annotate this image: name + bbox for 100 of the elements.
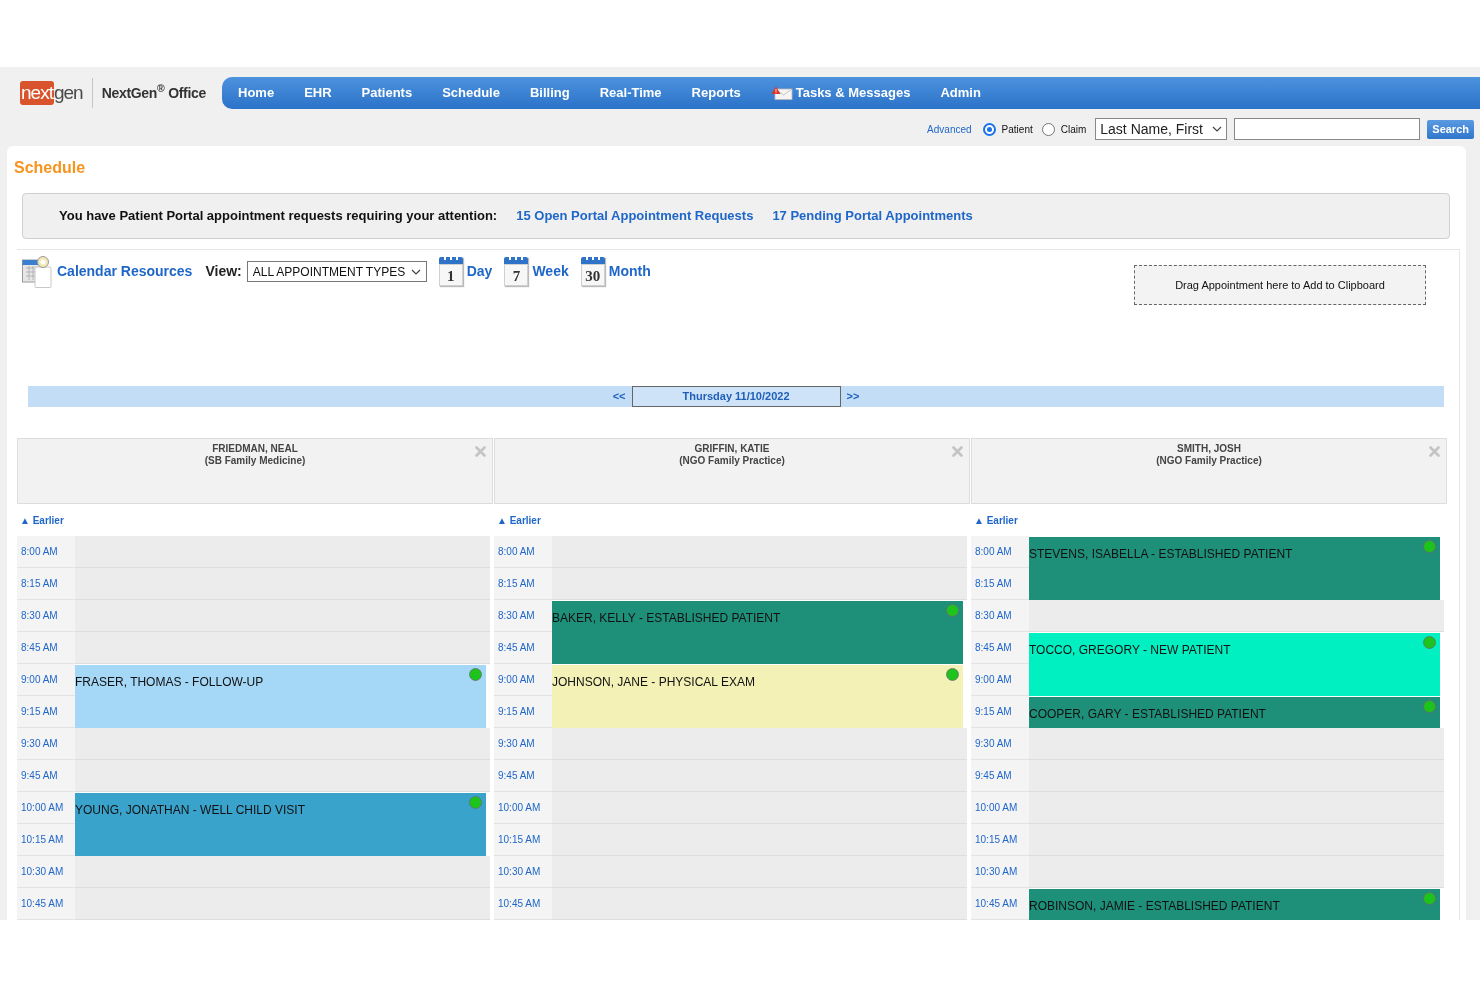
time-label[interactable]: 8:30 AM — [971, 600, 1029, 632]
time-label[interactable]: 8:45 AM — [17, 632, 75, 664]
nav-link[interactable]: Billing — [514, 83, 585, 103]
time-label[interactable]: 10:00 AM — [494, 792, 552, 824]
open-slot[interactable] — [75, 760, 490, 792]
appointment-block[interactable]: COOPER, GARY - ESTABLISHED PATIENT — [1029, 697, 1440, 728]
appointment-block[interactable]: STEVENS, ISABELLA - ESTABLISHED PATIENT — [1029, 537, 1440, 600]
open-slot[interactable] — [75, 728, 490, 760]
time-label[interactable]: 10:30 AM — [494, 856, 552, 888]
time-label[interactable]: 9:30 AM — [494, 728, 552, 760]
time-label[interactable]: 10:00 AM — [971, 792, 1029, 824]
open-slot[interactable] — [1029, 760, 1444, 792]
open-slot[interactable] — [75, 600, 490, 632]
next-day-link[interactable]: >> — [846, 388, 860, 405]
radio-label[interactable]: Patient — [1001, 121, 1033, 137]
time-label[interactable]: 8:30 AM — [494, 600, 552, 632]
nav-link[interactable]: EHR — [289, 83, 347, 103]
time-label[interactable]: 10:45 AM — [971, 888, 1029, 920]
nav-link[interactable]: Real-Time — [584, 83, 677, 103]
close-icon[interactable] — [952, 446, 963, 457]
time-label[interactable]: 9:00 AM — [17, 664, 75, 696]
appointment-block[interactable]: ROBINSON, JAMIE - ESTABLISHED PATIENT — [1029, 889, 1440, 920]
open-slot[interactable] — [75, 632, 490, 664]
time-label[interactable]: 8:15 AM — [971, 568, 1029, 600]
time-label[interactable]: 9:45 AM — [971, 760, 1029, 792]
search-button[interactable]: Search — [1427, 119, 1474, 139]
open-slot[interactable] — [552, 792, 967, 824]
time-label[interactable]: 10:15 AM — [494, 824, 552, 856]
appointment-block[interactable]: FRASER, THOMAS - FOLLOW-UP — [75, 665, 486, 728]
calendar-resources-link[interactable]: Calendar Resources — [57, 261, 193, 282]
portal-link[interactable]: 17 Pending Portal Appointments — [772, 206, 973, 226]
current-date[interactable]: Thursday 11/10/2022 — [631, 386, 841, 407]
open-slot[interactable] — [75, 568, 490, 600]
clipboard-drop-zone[interactable]: Drag Appointment here to Add to Clipboard — [1134, 265, 1426, 305]
open-slot[interactable] — [552, 728, 967, 760]
time-label[interactable]: 9:15 AM — [17, 696, 75, 728]
time-label[interactable]: 8:15 AM — [17, 568, 75, 600]
open-slot[interactable] — [552, 568, 967, 600]
open-slot[interactable] — [75, 888, 490, 920]
time-label[interactable]: 10:15 AM — [17, 824, 75, 856]
time-label[interactable]: 10:00 AM — [17, 792, 75, 824]
time-label[interactable]: 10:30 AM — [17, 856, 75, 888]
time-label[interactable]: 8:30 AM — [17, 600, 75, 632]
view-link[interactable]: Day — [466, 261, 493, 282]
open-slot[interactable] — [1029, 856, 1444, 888]
appointment-block[interactable]: BAKER, KELLY - ESTABLISHED PATIENT — [552, 601, 963, 664]
radio-label[interactable]: Claim — [1060, 121, 1087, 137]
radio-button[interactable] — [1041, 122, 1055, 136]
open-slot[interactable] — [552, 760, 967, 792]
open-slot[interactable] — [75, 856, 490, 888]
time-label[interactable]: 10:15 AM — [971, 824, 1029, 856]
nav-link[interactable]: Admin — [925, 83, 996, 103]
appointment-block[interactable]: JOHNSON, JANE - PHYSICAL EXAM — [552, 665, 963, 728]
appointment-block[interactable]: YOUNG, JONATHAN - WELL CHILD VISIT — [75, 793, 486, 856]
open-slot[interactable] — [552, 824, 967, 856]
close-icon[interactable] — [1429, 446, 1440, 457]
time-label[interactable]: 9:30 AM — [971, 728, 1029, 760]
nav-link[interactable]: Home — [223, 83, 290, 103]
time-label[interactable]: 10:45 AM — [494, 888, 552, 920]
time-label[interactable]: 10:30 AM — [971, 856, 1029, 888]
nav-link[interactable]: Schedule — [427, 83, 515, 103]
open-slot[interactable] — [552, 536, 967, 568]
time-label[interactable]: 8:00 AM — [494, 536, 552, 568]
time-label[interactable]: 8:45 AM — [494, 632, 552, 664]
search-type-select[interactable]: Last Name, First — [1095, 118, 1228, 140]
previous-day-link[interactable]: << — [612, 388, 626, 405]
appointment-type-select[interactable]: ALL APPOINTMENT TYPES — [246, 261, 427, 282]
advanced-search-link[interactable]: Advanced — [927, 121, 972, 137]
radio-button[interactable] — [982, 122, 996, 136]
time-label[interactable]: 9:00 AM — [971, 664, 1029, 696]
time-label[interactable]: 9:45 AM — [17, 760, 75, 792]
view-link[interactable]: Week — [532, 261, 569, 282]
open-slot[interactable] — [1029, 824, 1444, 856]
time-label[interactable]: 9:30 AM — [17, 728, 75, 760]
open-slot[interactable] — [75, 536, 490, 568]
time-label[interactable]: 8:00 AM — [971, 536, 1029, 568]
earlier-link[interactable]: ▲ Earlier — [497, 512, 541, 528]
nav-link[interactable]: Tasks & Messages — [755, 83, 926, 103]
close-icon[interactable] — [475, 446, 486, 457]
earlier-link[interactable]: ▲ Earlier — [974, 512, 1018, 528]
time-label[interactable]: 9:00 AM — [494, 664, 552, 696]
open-slot[interactable] — [1029, 792, 1444, 824]
open-slot[interactable] — [552, 888, 967, 920]
open-slot[interactable] — [1029, 600, 1444, 632]
open-slot[interactable] — [552, 856, 967, 888]
open-slot[interactable] — [1029, 728, 1444, 760]
view-link[interactable]: Month — [608, 261, 651, 282]
time-label[interactable]: 8:00 AM — [17, 536, 75, 568]
nav-link[interactable]: Patients — [346, 83, 428, 103]
earlier-link[interactable]: ▲ Earlier — [20, 512, 64, 528]
nav-link[interactable]: Reports — [676, 83, 756, 103]
time-label[interactable]: 8:45 AM — [971, 632, 1029, 664]
search-input[interactable] — [1234, 118, 1421, 140]
time-label[interactable]: 9:15 AM — [494, 696, 552, 728]
time-label[interactable]: 10:45 AM — [17, 888, 75, 920]
time-label[interactable]: 9:15 AM — [971, 696, 1029, 728]
time-label[interactable]: 9:45 AM — [494, 760, 552, 792]
portal-link[interactable]: 15 Open Portal Appointment Requests — [516, 206, 754, 226]
appointment-block[interactable]: TOCCO, GREGORY - NEW PATIENT — [1029, 633, 1440, 696]
time-label[interactable]: 8:15 AM — [494, 568, 552, 600]
